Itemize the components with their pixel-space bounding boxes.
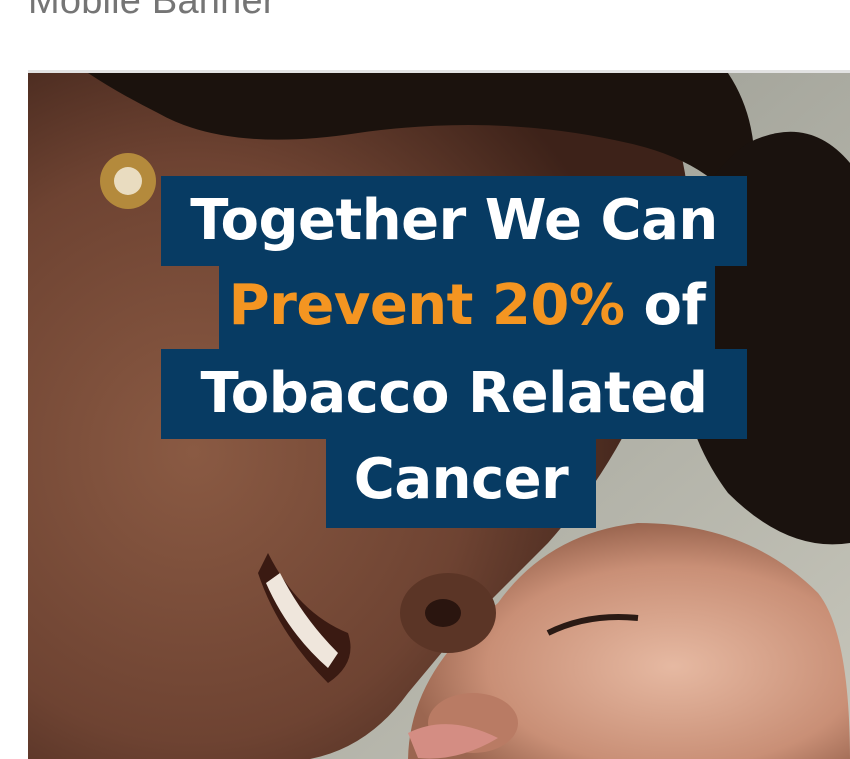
headline-line-2: Prevent 20% of xyxy=(219,261,715,351)
headline-line-1: Together We Can xyxy=(161,176,747,266)
section-heading: Mobile Banner xyxy=(28,0,276,22)
headline-line-4: Cancer xyxy=(326,435,596,528)
headline-line-2-rest: of xyxy=(624,273,706,338)
banner-headline: Together We Can Prevent 20% of Tobacco R… xyxy=(28,73,850,759)
page: Mobile Banner Together We Can Prevent 20… xyxy=(0,0,850,759)
mobile-banner: Together We Can Prevent 20% of Tobacco R… xyxy=(28,70,850,759)
headline-highlight: Prevent 20% xyxy=(228,273,625,338)
headline-line-3: Tobacco Related xyxy=(161,349,747,439)
